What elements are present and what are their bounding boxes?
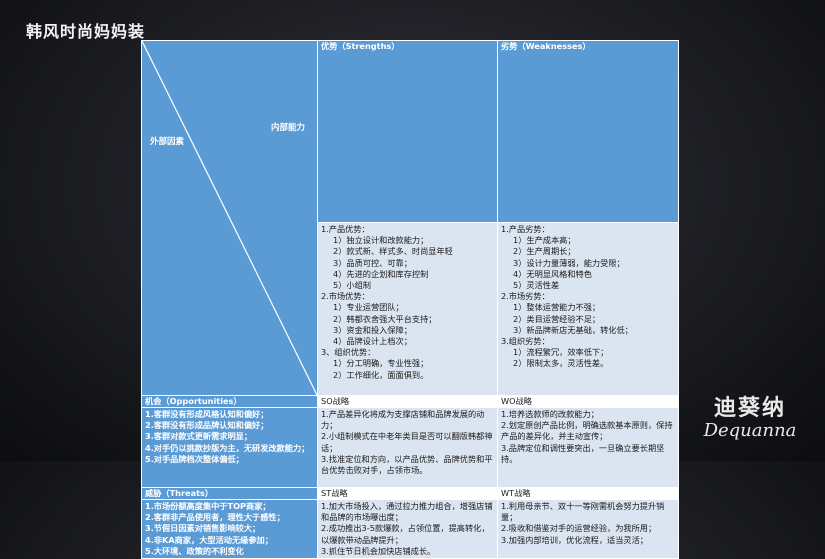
st-body: 1.加大市场投入，通过拉力推力组合，增强店铺和品牌的市场曝出度； 2.成功推出3… <box>317 498 498 559</box>
strengths-item: 1）专业运营团队； <box>333 302 404 313</box>
threats-body: 1.市场份额高度集中于TOP商家； 2.客群非产品使用者，理性大于感性； 3.节… <box>141 498 318 559</box>
wo-header: WO战略 <box>497 395 679 408</box>
external-label: 外部因素 <box>150 137 185 147</box>
opportunities-item: 5.对手品牌档次整体偏低； <box>145 453 244 464</box>
weaknesses-item: 3.组织劣势： <box>501 336 550 347</box>
weaknesses-header: 劣势（Weaknesses） <box>497 40 679 223</box>
wo-item: 3.品牌定位和调性要突出，一旦确立要长期坚持。 <box>501 442 665 464</box>
strengths-item: 3）品质可控、可靠； <box>333 257 412 268</box>
st-item: 2.成功推出3-5款爆款，占领位置，提高转化，以爆款带动品牌提升； <box>321 523 490 545</box>
strengths-item: 1.产品优势： <box>321 224 370 234</box>
wt-body: 1.利用母亲节、双十一等刚需机会努力提升销量； 2.吸收和借鉴对手的运营经验，为… <box>497 498 679 559</box>
wo-item: 2.划定原创产品比例，明确选款基本原则，保持产品的差异化，并主动宣传； <box>501 420 673 442</box>
strengths-item: 1）独立设计和改款能力； <box>333 235 429 246</box>
opportunities-item: 4.对手仍以挑款抄版为主，无研发改款能力； <box>145 442 310 453</box>
wt-item: 2.吸收和借鉴对手的运营经验，为我所用； <box>501 523 657 534</box>
wo-body: 1.培养选款师的改款能力； 2.划定原创产品比例，明确选款基本原则，保持产品的差… <box>497 407 679 488</box>
so-item: 3.找准定位和方向，以产品优势、品牌优势和平台优势击败对手，占领市场。 <box>321 453 493 476</box>
threats-item: 2.客群非产品使用者，理性大于感性； <box>145 512 285 523</box>
wt-item: 3.加强内部培训，优化流程，适当灵活； <box>501 534 648 545</box>
brand-title: 韩风时尚妈妈装 <box>26 22 146 41</box>
logo-cn-text: 迪葵纳 <box>713 396 786 421</box>
threats-item: 4.非KA商家，大型活动无缘参加； <box>145 534 273 545</box>
weaknesses-item: 1）整体运营能力不强； <box>513 302 601 313</box>
brand-logo: 迪葵纳 Dequanna <box>695 397 805 441</box>
weaknesses-body: 1.产品劣势： 1）生产成本高； 2）生产周期长； 3）设计力量薄弱，能力受限；… <box>497 222 679 396</box>
weaknesses-item: 1）生产成本高； <box>513 235 576 246</box>
strengths-header: 优势（Strengths） <box>317 40 498 223</box>
weaknesses-item: 2.市场劣势： <box>501 291 550 302</box>
weaknesses-item: 4）无明显风格和特色 <box>513 268 592 279</box>
threats-item: 3.节假日因素对销售影响较大； <box>145 523 261 534</box>
strengths-item: 2）工作细化，面面俱到。 <box>333 369 429 380</box>
wt-item: 1.利用母亲节、双十一等刚需机会努力提升销量； <box>501 501 665 523</box>
so-item: 2.小组制模式在中老年类目是否可以翻版韩都神话； <box>321 431 493 453</box>
strengths-item: 2.市场优势： <box>321 291 370 302</box>
so-item: 1.产品差异化将成为支撑店铺和品牌发展的动力； <box>321 409 485 431</box>
strengths-item: 2）韩都衣舍强大平台支持； <box>333 313 437 324</box>
st-item: 1.加大市场投入，通过拉力推力组合，增强店铺和品牌的市场曝出度； <box>321 501 493 523</box>
so-header: SO战略 <box>317 395 498 408</box>
opportunities-item: 3.客群对款式更新需求明显； <box>145 431 253 442</box>
st-header: ST战略 <box>317 487 498 500</box>
wt-header: WT战略 <box>497 487 679 500</box>
strengths-item: 5）小组制 <box>333 280 371 291</box>
weaknesses-item: 3）新品牌新店无基础，转化低； <box>513 324 633 335</box>
weaknesses-item: 2）限制太多，灵活性差。 <box>513 358 609 369</box>
opportunities-item: 1.客群没有形成风格认知和偏好； <box>145 409 269 419</box>
threats-header: 威胁（Threats） <box>141 487 318 500</box>
weaknesses-item: 2）类目运营经验不足； <box>513 313 601 324</box>
strengths-item: 1）分工明确，专业性强； <box>333 358 429 369</box>
strengths-body: 1.产品优势： 1）独立设计和改款能力； 2）款式新、样式多、时尚显年轻 3）品… <box>317 222 498 396</box>
wo-item: 1.培养选款师的改款能力； <box>501 409 599 419</box>
weaknesses-item: 2）生产周期长； <box>513 246 576 257</box>
opportunities-body: 1.客群没有形成风格认知和偏好； 2.客群没有形成品牌认知和偏好； 3.客群对款… <box>141 407 318 488</box>
strengths-item: 3、组织优势： <box>321 347 376 358</box>
weaknesses-item: 3）设计力量薄弱，能力受限； <box>513 257 625 268</box>
swot-table: 内部能力 外部因素 优势（Strengths） 劣势（Weaknesses） 1… <box>141 40 679 559</box>
strengths-item: 3）资金和投入保障； <box>333 324 412 335</box>
st-item: 3.抓住节日机会加快店铺成长。 <box>321 545 436 556</box>
threats-item: 5.大环境、政策的不利变化 <box>145 545 244 556</box>
internal-label: 内部能力 <box>270 123 305 133</box>
weaknesses-item: 1）流程繁冗，效率低下； <box>513 347 609 358</box>
strengths-item: 4）品牌设计上档次； <box>333 336 412 347</box>
so-body: 1.产品差异化将成为支撑店铺和品牌发展的动力； 2.小组制模式在中老年类目是否可… <box>317 407 498 488</box>
diagonal-line <box>142 41 317 395</box>
logo-en-text: Dequanna <box>703 420 797 441</box>
strengths-item: 2）款式新、样式多、时尚显年轻 <box>333 246 453 257</box>
opportunities-header: 机会（Opportunities） <box>141 395 318 408</box>
weaknesses-item: 5）灵活性差 <box>513 280 560 291</box>
opportunities-item: 2.客群没有形成品牌认知和偏好； <box>145 420 269 431</box>
weaknesses-item: 1.产品劣势： <box>501 224 550 234</box>
strengths-item: 4）先进的企划和库存控制 <box>333 268 429 279</box>
corner-cell: 内部能力 外部因素 <box>141 40 318 396</box>
threats-item: 1.市场份额高度集中于TOP商家； <box>145 501 271 511</box>
